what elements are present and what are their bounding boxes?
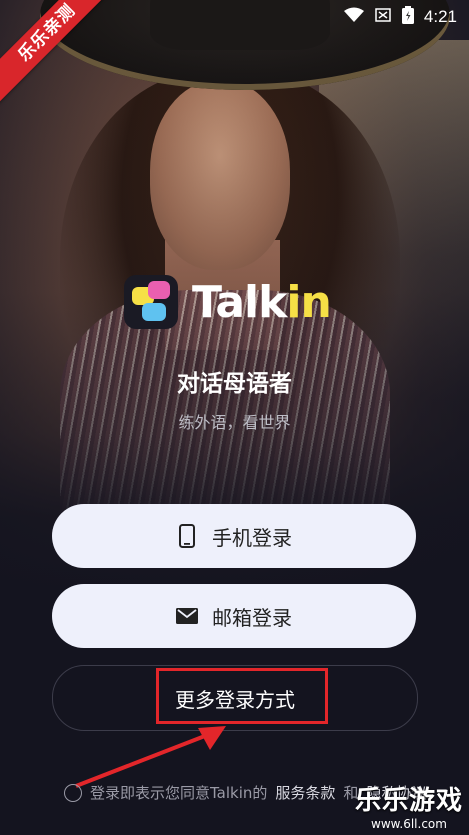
- battery-icon: [401, 6, 414, 28]
- phone-login-button[interactable]: 手机登录: [52, 504, 416, 568]
- phone-icon: [176, 524, 198, 548]
- watermark-title: 乐乐游戏: [354, 786, 463, 816]
- mail-icon: [176, 605, 198, 627]
- signal-icon: [374, 7, 392, 27]
- tagline: 对话母语者: [177, 371, 292, 397]
- email-login-button[interactable]: 邮箱登录: [52, 584, 416, 648]
- agree-checkbox[interactable]: [64, 783, 82, 802]
- highlight-box: [156, 668, 328, 724]
- status-time: 4:21: [423, 7, 457, 26]
- app-logo: Talkin: [124, 275, 332, 329]
- wifi-icon: [343, 7, 364, 27]
- watermark-url: www.6ll.com: [371, 817, 447, 831]
- app-icon: [124, 275, 178, 329]
- terms-link[interactable]: 服务条款: [275, 782, 335, 803]
- watermark: 乐乐游戏 www.6ll.com: [349, 780, 469, 835]
- subtagline: 练外语，看世界: [178, 413, 291, 432]
- app-name: Talkin: [192, 276, 332, 328]
- email-login-label: 邮箱登录: [212, 605, 292, 630]
- phone-login-label: 手机登录: [212, 525, 292, 550]
- agreement-text: 登录即表示您同意Talkin的: [90, 784, 268, 802]
- annotation-arrow: [75, 726, 226, 788]
